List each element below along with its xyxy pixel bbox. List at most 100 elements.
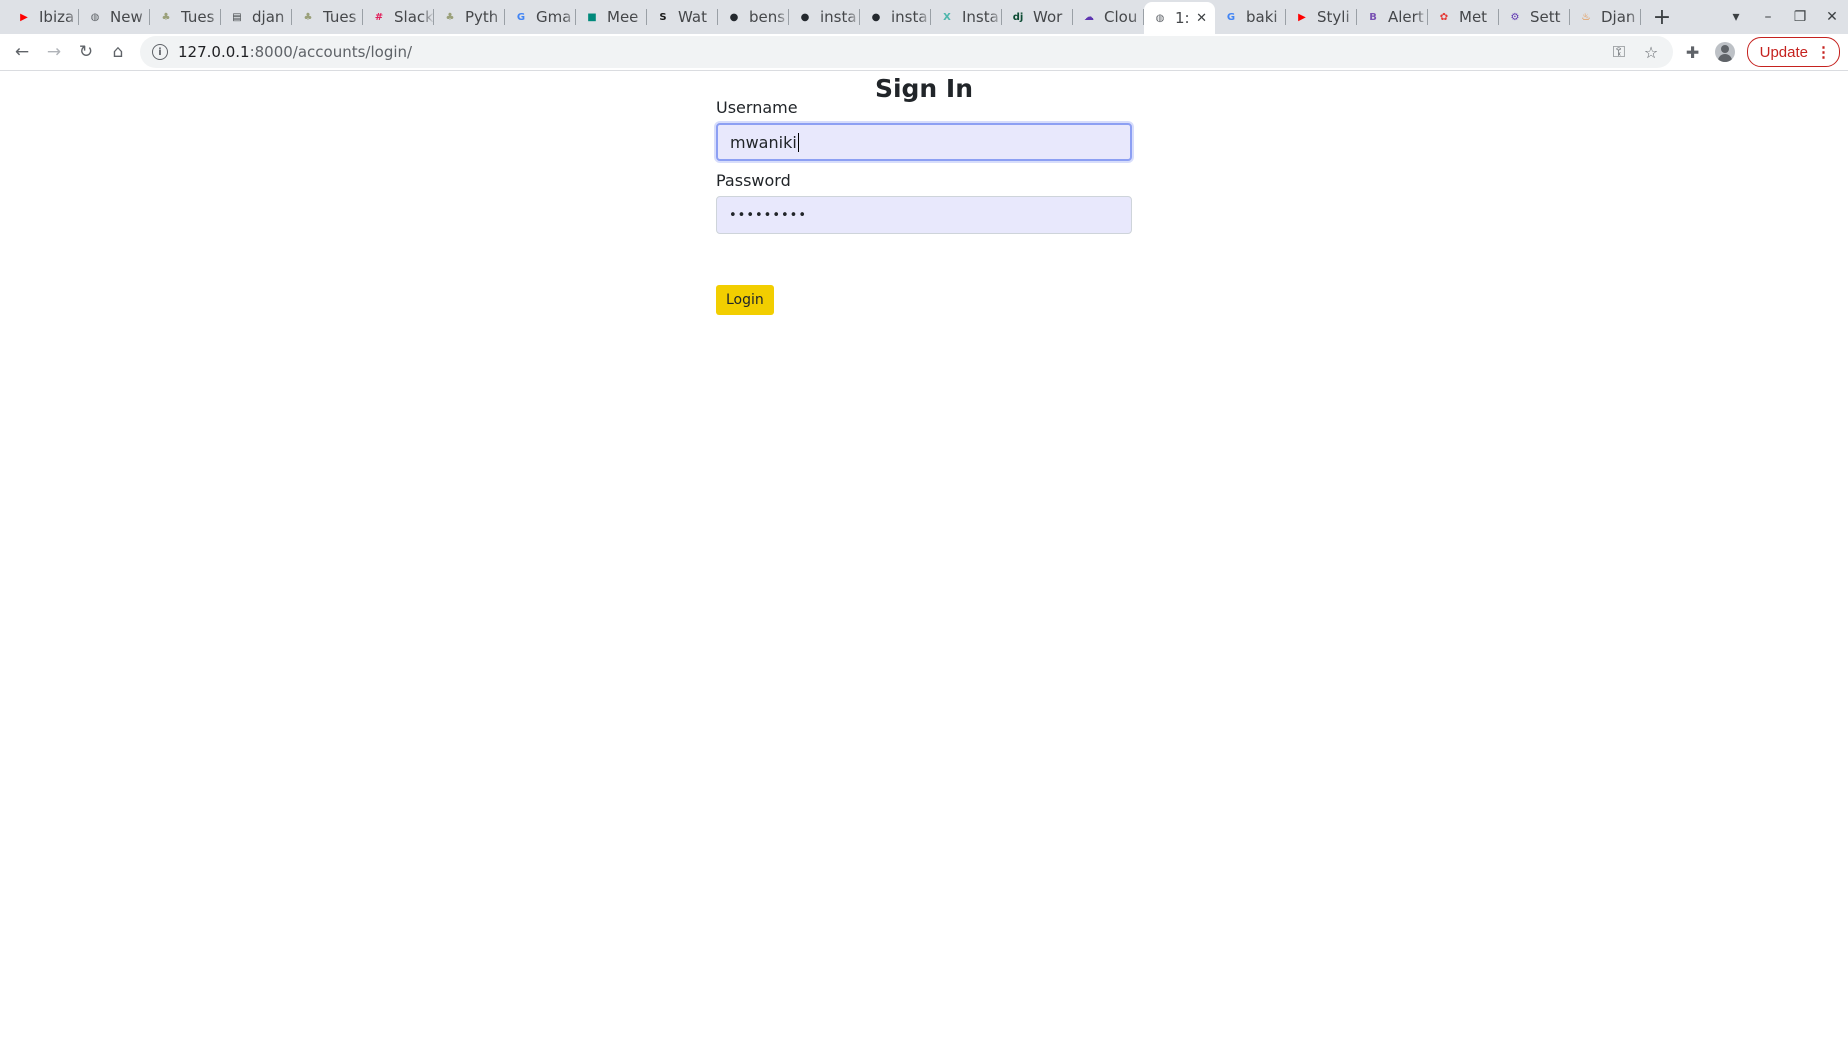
tab[interactable]: B Alert [1357, 0, 1428, 34]
youtube-icon: ▶ [20, 11, 28, 23]
tab-title: 1: [1175, 9, 1190, 27]
bootstrap-icon: B [1369, 11, 1377, 23]
update-button[interactable]: Update ⋮ [1746, 37, 1840, 67]
tab-title: Alert [1388, 8, 1424, 26]
more-menu-icon: ⋮ [1816, 44, 1831, 61]
password-label: Password [716, 171, 791, 190]
new-tab-icon[interactable]: + [1645, 0, 1679, 34]
text-caret [797, 132, 799, 152]
omnibox-actions: ⚿ ☆ [1603, 36, 1667, 68]
java-icon: ♨ [1581, 11, 1591, 23]
tree-icon: ♣ [445, 11, 455, 23]
s-icon: S [659, 11, 667, 23]
tab-title: Tues [323, 8, 357, 26]
x-icon: X [943, 11, 951, 23]
tab-title: Mee [607, 8, 639, 26]
username-value: mwaniki [730, 132, 797, 152]
gear-icon: ⚙ [1510, 11, 1520, 23]
tab-title: Insta [962, 8, 999, 26]
tab[interactable]: ♣ Pyth [434, 0, 505, 34]
tab-active[interactable]: ◍ 1: ✕ [1144, 2, 1215, 34]
tab-title: Met [1459, 8, 1488, 26]
tab-title: Slack [394, 8, 434, 26]
tab-title: Sett [1530, 8, 1561, 26]
globe-icon: ◍ [1155, 12, 1165, 24]
meet-icon: ■ [587, 11, 597, 23]
tab[interactable]: ⚙ Sett [1499, 0, 1570, 34]
tab[interactable]: ☁ Clou [1073, 0, 1144, 34]
tab[interactable]: ● insta [789, 0, 860, 34]
browser-toolbar: ← → ↻ ⌂ i 127.0.0.1:8000/accounts/login/… [0, 34, 1848, 71]
tab-title: Pyth [465, 8, 499, 26]
extensions-icon[interactable]: ✚ [1677, 36, 1709, 68]
username-field[interactable]: mwaniki [716, 123, 1132, 161]
password-value: ••••••••• [729, 207, 808, 223]
dj-icon: dj [1012, 11, 1024, 23]
globe-icon: ◍ [90, 11, 100, 23]
tree-icon: ♣ [303, 11, 313, 23]
address-bar[interactable]: i 127.0.0.1:8000/accounts/login/ ⚿ ☆ [140, 36, 1673, 68]
tab[interactable]: ▶ Styli [1286, 0, 1357, 34]
tab[interactable]: ◍ New [79, 0, 150, 34]
tab-title: Gma [536, 8, 572, 26]
tab-search-icon[interactable]: ▾ [1720, 0, 1752, 34]
tab-title: baki [1246, 8, 1278, 26]
back-icon[interactable]: ← [6, 36, 38, 68]
tab-title: New [110, 8, 143, 26]
login-button[interactable]: Login [716, 285, 774, 315]
tab[interactable]: dj Wor [1002, 0, 1073, 34]
tab-list: ▶ Ibiza ◍ New ♣ Tues ▤ djan ♣ Tues # Slack ♣ Pyth G Gma… [0, 0, 1679, 34]
google-icon: G [516, 11, 526, 23]
tab[interactable]: ✿ Met [1428, 0, 1499, 34]
tab-title: Clou [1104, 8, 1138, 26]
close-window-icon[interactable]: ✕ [1816, 0, 1848, 34]
password-field[interactable]: ••••••••• [716, 196, 1132, 234]
forward-icon[interactable]: → [38, 36, 70, 68]
youtube-icon: ▶ [1298, 11, 1306, 23]
tab[interactable]: X Insta [931, 0, 1002, 34]
minimize-icon[interactable]: – [1752, 0, 1784, 34]
tab-title: Djan [1601, 8, 1636, 26]
meta-icon: ✿ [1439, 11, 1449, 23]
tab[interactable]: ♨ Djan [1570, 0, 1641, 34]
tab-title: insta [820, 8, 857, 26]
profile-button[interactable] [1709, 36, 1741, 68]
tab[interactable]: S Wat [647, 0, 718, 34]
tab[interactable]: Gbaki [1215, 0, 1286, 34]
github-icon: ● [871, 11, 881, 23]
tab[interactable]: # Slack [363, 0, 434, 34]
tab-title: Styli [1317, 8, 1350, 26]
reload-icon[interactable]: ↻ [70, 36, 102, 68]
tab[interactable]: ■ Mee [576, 0, 647, 34]
bookmark-star-icon[interactable]: ☆ [1635, 36, 1667, 68]
tab[interactable]: ♣ Tues [150, 0, 221, 34]
tab[interactable]: ● bens [718, 0, 789, 34]
google-icon: G [1226, 11, 1236, 23]
tab[interactable]: ▶ Ibiza [8, 0, 79, 34]
tree-icon: ♣ [161, 11, 171, 23]
tab[interactable]: ● insta [860, 0, 931, 34]
restore-icon[interactable]: ❐ [1784, 0, 1816, 34]
tab[interactable]: G Gma [505, 0, 576, 34]
tab-title: insta [891, 8, 928, 26]
page-content: Sign In Username mwaniki Password ••••••… [0, 71, 1848, 1053]
tab-title: Tues [181, 8, 215, 26]
home-icon[interactable]: ⌂ [102, 36, 134, 68]
github-icon: ● [800, 11, 810, 23]
close-tab-icon[interactable]: ✕ [1196, 11, 1207, 26]
tab-title: Ibiza [39, 8, 75, 26]
cloud-icon: ☁ [1084, 11, 1094, 23]
slack-icon: # [374, 11, 384, 23]
document-icon: ▤ [232, 11, 242, 23]
url-text[interactable]: 127.0.0.1:8000/accounts/login/ [178, 43, 412, 61]
tab[interactable]: ♣ Tues [292, 0, 363, 34]
key-icon[interactable]: ⚿ [1603, 36, 1635, 68]
avatar-icon [1714, 42, 1735, 62]
window-controls: ▾ – ❐ ✕ [1720, 0, 1848, 34]
tab-strip: ▶ Ibiza ◍ New ♣ Tues ▤ djan ♣ Tues # Slack ♣ Pyth G Gma… [0, 0, 1848, 34]
tab[interactable]: ▤ djan [221, 0, 292, 34]
toolbar-right: ✚ Update ⋮ [1677, 36, 1840, 68]
username-label: Username [716, 98, 798, 117]
site-info-icon[interactable]: i [152, 44, 168, 60]
tab-title: djan [252, 8, 285, 26]
